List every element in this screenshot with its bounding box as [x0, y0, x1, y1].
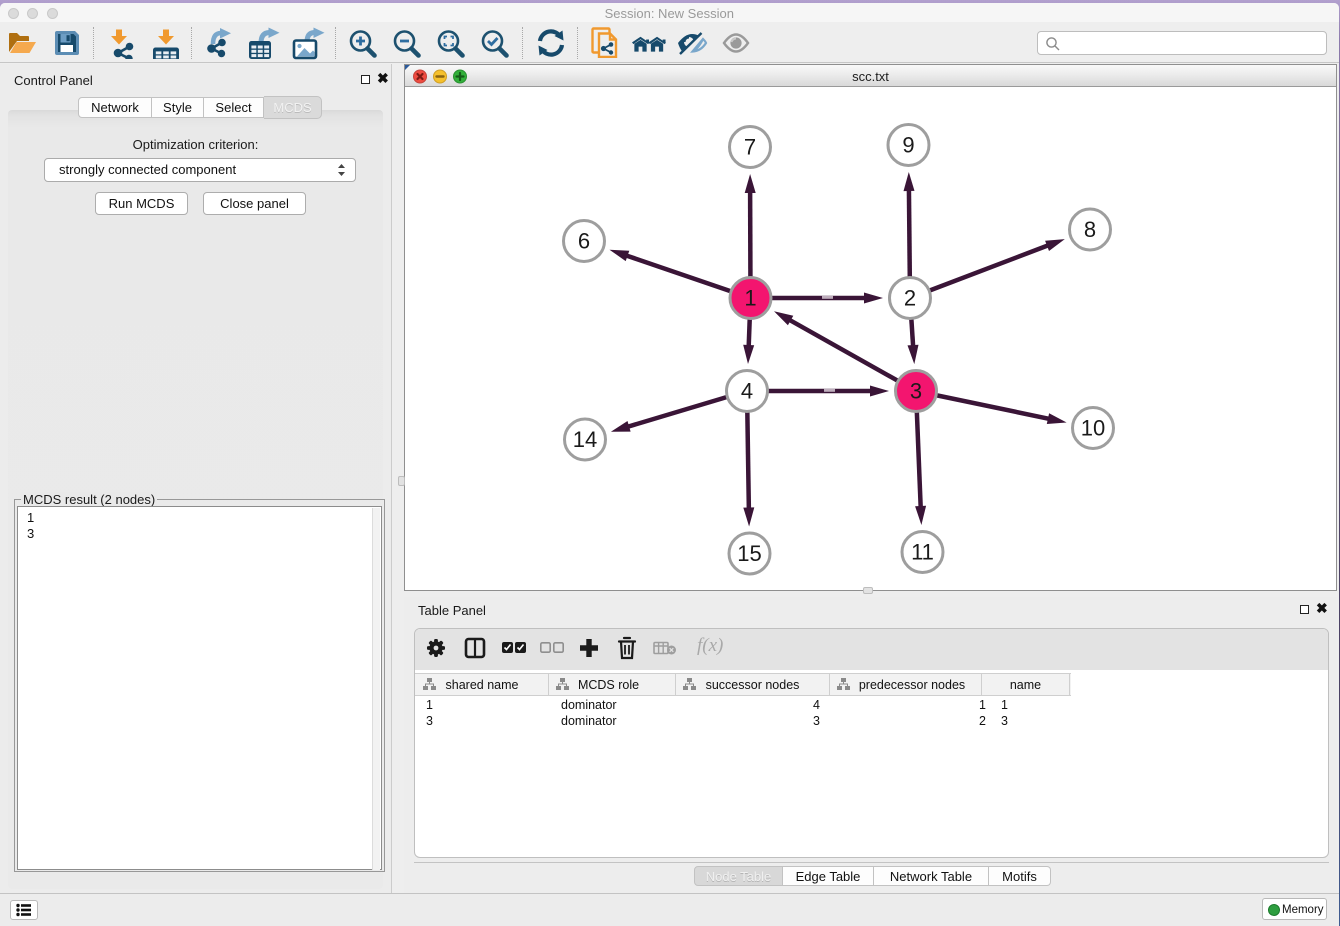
- svg-text:10: 10: [1081, 416, 1105, 441]
- svg-text:11: 11: [911, 540, 934, 565]
- svg-text:2: 2: [904, 286, 916, 311]
- svg-text:1: 1: [744, 286, 756, 311]
- svg-text:4: 4: [741, 379, 753, 404]
- svg-text:8: 8: [1084, 217, 1096, 242]
- svg-text:7: 7: [744, 135, 756, 160]
- svg-text:9: 9: [902, 133, 914, 158]
- svg-text:14: 14: [573, 427, 597, 452]
- svg-text:3: 3: [910, 379, 922, 404]
- svg-text:6: 6: [578, 229, 590, 254]
- svg-text:15: 15: [737, 541, 761, 566]
